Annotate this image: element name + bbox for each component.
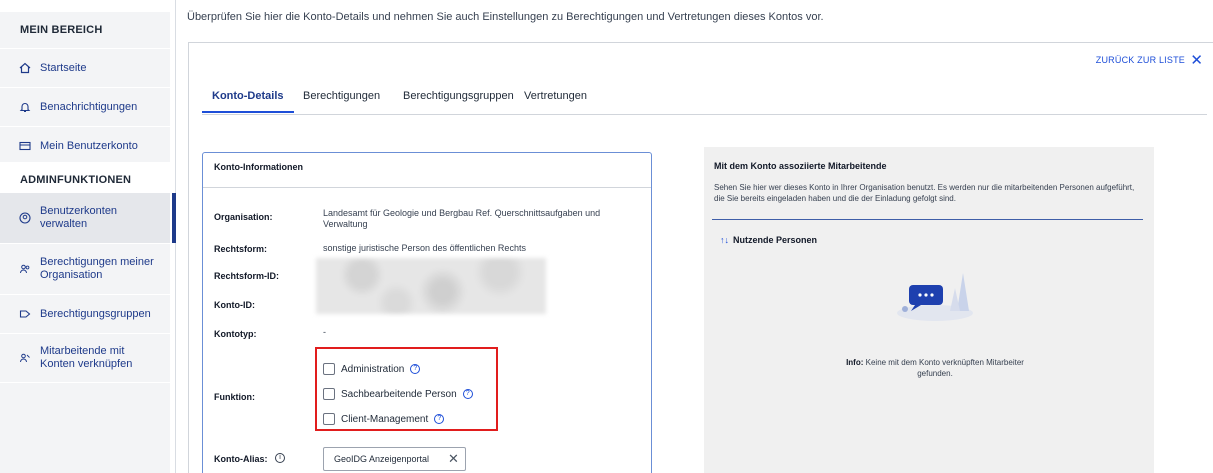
tab-berechtigungsgruppen[interactable]: Berechtigungsgruppen <box>403 90 514 110</box>
bell-icon <box>18 100 32 114</box>
assoc-divider <box>712 219 1143 220</box>
konto-id-label: Konto-ID: <box>214 300 255 310</box>
page-intro-text: Überprüfen Sie hier die Konto-Details un… <box>187 11 824 23</box>
panel-title: Konto-Informationen <box>214 162 303 172</box>
clear-icon[interactable]: ✕ <box>448 451 459 467</box>
close-icon[interactable]: ✕ <box>1190 51 1203 69</box>
sidebar-footer-area <box>0 383 170 473</box>
tab-konto-details[interactable]: Konto-Details <box>202 90 294 113</box>
sidebar-item-mein-benutzerkonto[interactable]: Mein Benutzerkonto <box>0 127 170 165</box>
sidebar-item-mitarbeitende-verknuepfen[interactable]: Mitarbeitende mit Konten verknüpfen <box>0 334 170 382</box>
sidebar-item-label: Benutzerkonten verwalten <box>40 205 118 230</box>
funktion-label: Funktion: <box>214 392 255 402</box>
konto-alias-label: Konto-Alias: <box>214 454 268 464</box>
user-circle-icon <box>18 211 32 225</box>
sidebar-item-label: Benachrichtigungen <box>40 100 138 113</box>
empty-state-illustration <box>895 263 975 323</box>
home-icon <box>18 61 32 75</box>
konto-alias-input[interactable]: GeoIDG Anzeigenportal <box>323 447 466 471</box>
rechtsform-label: Rechtsform: <box>214 244 268 254</box>
tab-bar: Konto-Details Berechtigungen Berechtigun… <box>202 90 1207 115</box>
tag-icon <box>18 307 32 321</box>
help-icon[interactable]: ? <box>434 414 445 424</box>
empty-state-message: Info: Keine mit dem Konto verknüpften Mi… <box>845 357 1025 379</box>
option-label: Sachbearbeitende Person <box>341 388 457 400</box>
sidebar-item-benachrichtigungen[interactable]: Benachrichtigungen <box>0 88 170 126</box>
link-users-icon <box>18 351 32 365</box>
sidebar-item-startseite[interactable]: Startseite <box>0 49 170 87</box>
kontotyp-label: Kontotyp: <box>214 329 257 339</box>
checkbox[interactable] <box>323 413 335 425</box>
option-label: Client-Management <box>341 413 429 425</box>
sidebar-item-label: Mein Benutzerkonto <box>40 139 138 152</box>
option-label: Administration <box>341 363 405 375</box>
kontotyp-value: - <box>323 327 326 337</box>
sidebar-item-label: Startseite <box>40 61 87 74</box>
panel-divider <box>203 187 651 188</box>
help-icon[interactable]: ? <box>462 389 473 399</box>
funktion-option-client-management[interactable]: Client-Management ? <box>323 413 445 425</box>
section-header-mein-bereich: MEIN BEREICH <box>0 12 170 48</box>
organisation-value: Landesamt für Geologie und Bergbau Ref. … <box>323 208 601 229</box>
sidebar-item-label: Berechtigungen meiner Organisation <box>40 256 154 281</box>
empty-text: Keine mit dem Konto verknüpften Mitarbei… <box>865 358 1024 378</box>
funktion-option-administration[interactable]: Administration ? <box>323 363 421 375</box>
help-icon[interactable]: ? <box>410 364 421 374</box>
checkbox[interactable] <box>323 388 335 400</box>
back-to-list-link[interactable]: ZURÜCK ZUR LISTE <box>1096 55 1185 65</box>
sort-label: Nutzende Personen <box>733 235 818 245</box>
rechtsform-value: sonstige juristische Person des öffentli… <box>323 243 526 253</box>
rechtsform-id-label: Rechtsform-ID: <box>214 271 280 281</box>
sidebar-item-berechtigungen-organisation[interactable]: Berechtigungen meiner Organisation <box>0 244 170 294</box>
info-icon[interactable]: i <box>275 453 285 463</box>
tab-vertretungen[interactable]: Vertretungen <box>524 90 587 110</box>
empty-prefix: Info: <box>846 358 864 367</box>
sidebar-item-label: Mitarbeitende mit Konten verknüpfen <box>40 345 133 370</box>
sort-icon: ↑↓ <box>720 235 729 245</box>
sidebar-item-berechtigungsgruppen[interactable]: Berechtigungsgruppen <box>0 295 170 333</box>
organisation-label: Organisation: <box>214 212 273 222</box>
assoc-description: Sehen Sie hier wer dieses Konto in Ihrer… <box>714 183 1135 203</box>
users-icon <box>18 262 32 276</box>
sidebar-item-benutzerkonten-verwalten[interactable]: Benutzerkonten verwalten <box>0 193 176 243</box>
tab-berechtigungen[interactable]: Berechtigungen <box>303 90 380 110</box>
redacted-ids <box>316 258 546 314</box>
card-icon <box>18 139 32 153</box>
funktion-option-sachbearbeitende[interactable]: Sachbearbeitende Person ? <box>323 388 473 400</box>
sidebar-item-label: Berechtigungsgruppen <box>40 307 151 320</box>
sort-users-button[interactable]: ↑↓ Nutzende Personen <box>720 235 817 245</box>
checkbox[interactable] <box>323 363 335 375</box>
assoc-title: Mit dem Konto assoziierte Mitarbeitende <box>714 161 887 171</box>
